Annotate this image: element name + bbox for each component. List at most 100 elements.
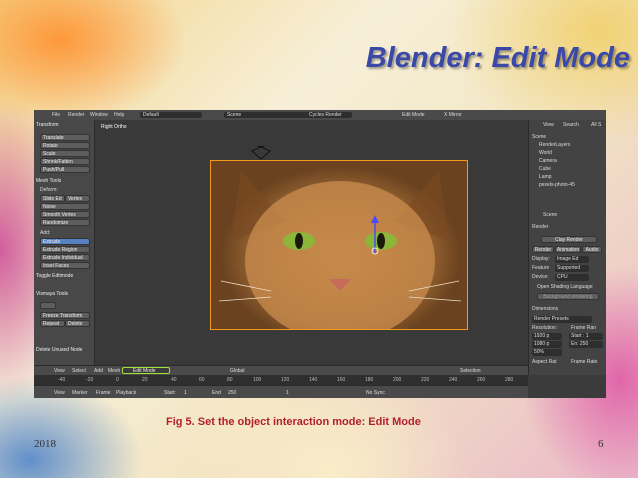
render-button[interactable]: Render: [532, 246, 554, 253]
figure-caption: Fig 5. Set the object interaction mode: …: [166, 416, 421, 428]
timeline-current-frame[interactable]: 1: [286, 390, 289, 396]
timeline-playback-menu[interactable]: Playback: [116, 390, 136, 396]
ruler-tick: -40: [58, 377, 66, 383]
display-select[interactable]: Image Ed: [555, 256, 589, 263]
outliner-search-menu[interactable]: Search: [563, 122, 579, 128]
mesh-tools-header[interactable]: Mesh Tools: [36, 177, 61, 185]
ruler-tick: 180: [365, 377, 374, 383]
tool-shelf: Transform Translate Rotate Scale Shrink/…: [34, 120, 95, 375]
repeat-button[interactable]: Repeat: [40, 320, 65, 327]
resolution-percent-field[interactable]: 50%: [532, 349, 562, 356]
noise-button[interactable]: Noise: [40, 203, 90, 210]
menu-help[interactable]: Help: [114, 112, 124, 118]
aspect-ratio-label: Aspect Rat: [532, 359, 557, 365]
slide-edge-button[interactable]: Slide Ed: [40, 195, 65, 202]
tool-icon-button[interactable]: [40, 302, 56, 309]
select-menu[interactable]: Select: [72, 368, 86, 374]
outliner-filter[interactable]: All S: [591, 122, 601, 128]
ruler-tick: -20: [86, 377, 94, 383]
timeline-marker-menu[interactable]: Marker: [72, 390, 88, 396]
randomize-button[interactable]: Randomize: [40, 219, 90, 226]
add-label: Add:: [40, 230, 51, 236]
outliner-item-renderlayers[interactable]: RenderLayers: [539, 142, 570, 148]
menu-render[interactable]: Render: [68, 112, 84, 118]
menu-file[interactable]: File: [52, 112, 60, 118]
transform-manipulator-icon[interactable]: [363, 215, 387, 255]
render-panel-header[interactable]: Render: [532, 224, 548, 230]
render-engine-selector[interactable]: Cycles Render: [306, 112, 352, 118]
freeze-transform-button[interactable]: Freeze Transform: [40, 312, 90, 319]
outliner-item-image[interactable]: pexels-photo-45: [539, 182, 575, 188]
extrude-button[interactable]: Extrude: [40, 238, 90, 245]
outliner-item-camera[interactable]: Camera: [539, 158, 557, 164]
view-menu[interactable]: View: [54, 368, 65, 374]
frame-start-field[interactable]: Start : 1: [569, 333, 603, 340]
ruler-tick: 80: [227, 377, 233, 383]
delete-unused-node-header[interactable]: Delete Unused Node: [36, 346, 82, 354]
mode-selector[interactable]: Edit Mode: [133, 368, 156, 374]
right-panels: View Search All S Scene RenderLayers Wor…: [528, 120, 606, 375]
device-select[interactable]: CPU: [555, 274, 589, 281]
feature-select[interactable]: Supported: [555, 265, 589, 272]
timeline-frame-menu[interactable]: Frame: [96, 390, 110, 396]
feature-label: Feature: [532, 265, 550, 271]
ruler-tick: 20: [142, 377, 148, 383]
timeline-ruler[interactable]: -40 -20 0 20 40 60 80 100 120 140 160 18…: [34, 375, 528, 385]
menu-window[interactable]: Window: [90, 112, 108, 118]
device-label: Device:: [532, 274, 549, 280]
edit-mode-selector-highlight[interactable]: Edit Mode: [122, 367, 170, 374]
outliner-item-lamp[interactable]: Lamp: [539, 174, 552, 180]
transform-header[interactable]: Transform: [36, 121, 59, 129]
osl-checkbox[interactable]: Open Shading Language: [537, 284, 593, 290]
view-label: Right Ortho: [101, 124, 127, 130]
mesh-menu[interactable]: Mesh: [108, 368, 120, 374]
inset-faces-button[interactable]: Inset Faces: [40, 262, 90, 269]
timeline-start-label: Start:: [164, 390, 176, 396]
outliner-item-cube[interactable]: Cube: [539, 166, 551, 172]
ruler-tick: 140: [309, 377, 318, 383]
delete-button[interactable]: Delete: [65, 320, 90, 327]
extrude-individual-button[interactable]: Extrude Individual: [40, 254, 90, 261]
resolution-x-field[interactable]: 1920 p: [532, 333, 562, 340]
add-menu[interactable]: Add: [94, 368, 103, 374]
timeline-end-value[interactable]: 250: [228, 390, 236, 396]
ruler-tick: 100: [253, 377, 262, 383]
timeline-end-label: End: [212, 390, 221, 396]
vertex-button[interactable]: Vertex: [65, 195, 90, 202]
outliner-view-menu[interactable]: View: [543, 122, 554, 128]
scale-button[interactable]: Scale: [40, 150, 90, 157]
render-presets-select[interactable]: Render Presets: [532, 316, 592, 323]
resolution-y-field[interactable]: 1080 p: [532, 341, 562, 348]
vismaya-tools-header[interactable]: Vismaya Tools: [36, 290, 68, 298]
scene-selector[interactable]: Scene: [224, 112, 310, 118]
sync-select[interactable]: No Sync: [366, 390, 385, 396]
ruler-tick: 220: [421, 377, 430, 383]
timeline-header: View Marker Frame Playback Start: 1 End …: [34, 385, 528, 398]
dimensions-header[interactable]: Dimensions: [532, 306, 558, 312]
ruler-tick: 40: [171, 377, 177, 383]
push-pull-button[interactable]: Push/Pull: [40, 166, 90, 173]
outliner-item-world[interactable]: World: [539, 150, 552, 156]
timeline-view-menu[interactable]: View: [54, 390, 65, 396]
translate-button[interactable]: Translate: [40, 134, 90, 141]
smooth-vertex-button[interactable]: Smooth Vertex: [40, 211, 90, 218]
3d-viewport[interactable]: Right Ortho: [95, 120, 528, 375]
slide-title: Blender: Edit Mode: [365, 42, 630, 74]
extrude-region-button[interactable]: Extrude Region: [40, 246, 90, 253]
audio-button[interactable]: Audio: [582, 246, 602, 253]
shrink-fatten-button[interactable]: Shrink/Fatten: [40, 158, 90, 165]
timeline-start-value[interactable]: 1: [184, 390, 187, 396]
background-rendering-button[interactable]: Background rendering: [537, 293, 599, 300]
outliner-item-scene[interactable]: Scene: [532, 134, 546, 140]
animation-button[interactable]: Animation: [555, 246, 581, 253]
x-mirror-toggle[interactable]: X Mirror: [444, 112, 462, 118]
orientation-select[interactable]: Global: [230, 368, 244, 374]
topbar-mode-label: Edit Mode: [402, 112, 425, 118]
frame-end-field[interactable]: En: 250: [569, 341, 603, 348]
rotate-button[interactable]: Rotate: [40, 142, 90, 149]
layout-selector[interactable]: Default: [140, 112, 202, 118]
frame-rate-label: Frame Rate: [571, 359, 598, 365]
camera-icon[interactable]: [251, 146, 271, 160]
clay-render-button[interactable]: Clay Render: [541, 236, 597, 243]
toggle-editmode-header[interactable]: Toggle Editmode: [36, 272, 73, 280]
